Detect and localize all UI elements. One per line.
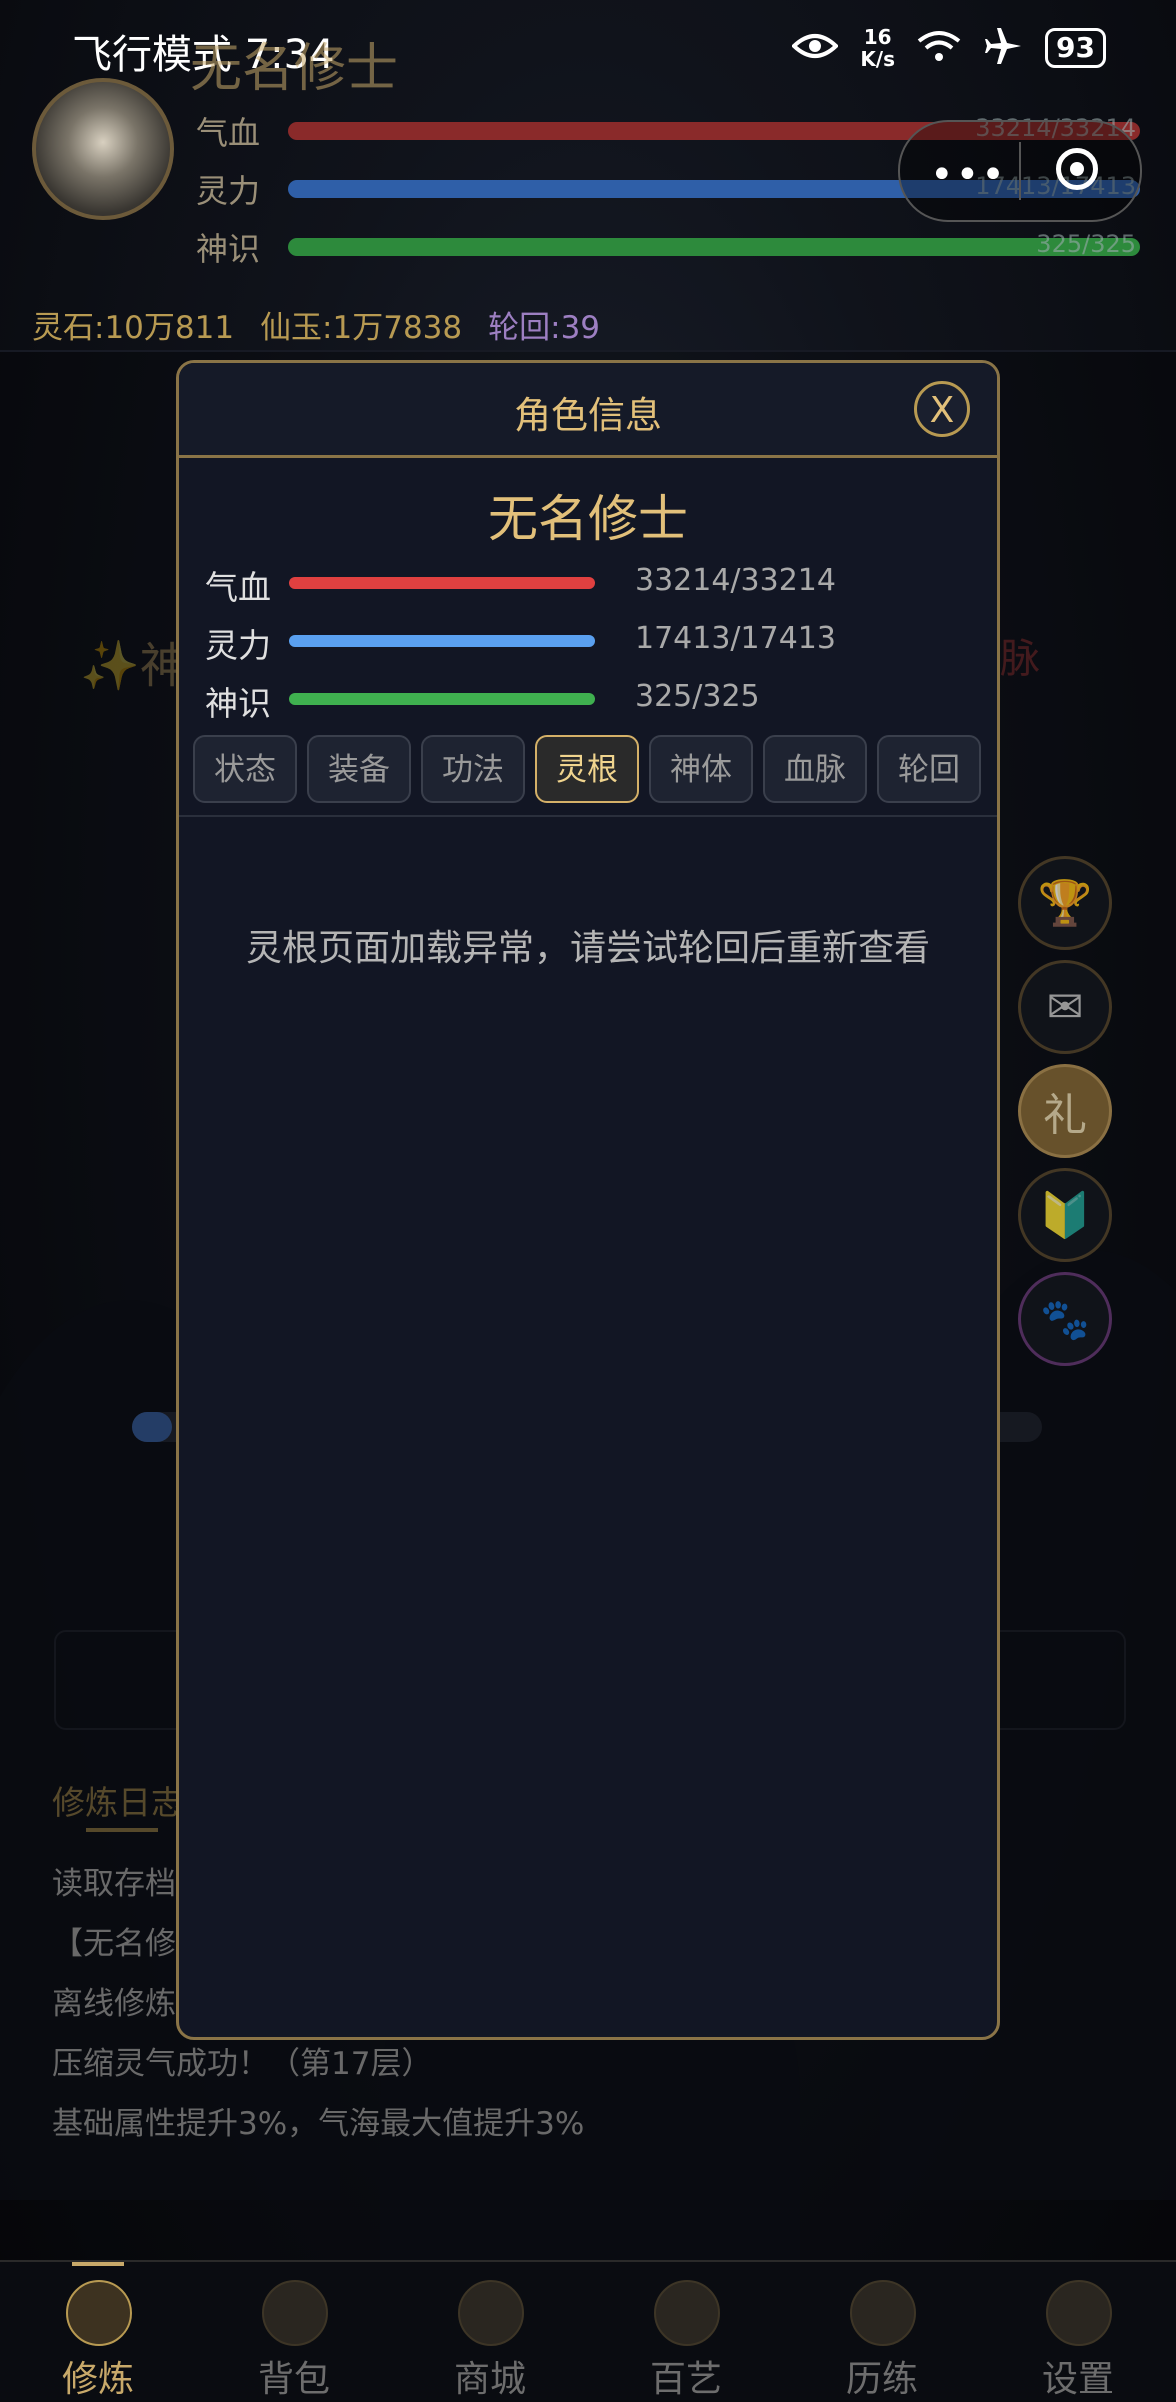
wifi-icon [917, 29, 961, 67]
more-icon[interactable]: ••• [930, 152, 1007, 198]
mana-bar [289, 635, 595, 647]
miniprogram-capsule: ••• [898, 120, 1142, 222]
tabs-divider [179, 815, 997, 817]
eye-icon [791, 31, 840, 65]
modal-stat-spirit: 神识 325/325 [205, 679, 760, 723]
currency-bar: 灵石:10万811 仙玉:1万7838 轮回:39 [32, 302, 600, 347]
tab-active-indicator [72, 2262, 124, 2266]
tab-backpack[interactable]: 背包 [196, 2262, 392, 2402]
bottom-tab-bar: 修炼 背包 商城 百艺 历练 设置 [0, 2260, 1176, 2402]
spirit-stone-count: 灵石:10万811 [32, 310, 235, 346]
header-stat-spirit: 神识 325/325 [196, 224, 1146, 268]
crafts-icon [654, 2280, 720, 2346]
cultivate-icon [66, 2280, 132, 2346]
reincarnation-count: 轮回:39 [488, 310, 601, 346]
character-name: 无名修士 [488, 490, 688, 548]
backpack-icon [262, 2280, 328, 2346]
character-info-modal: 角色信息 X 无名修士 气血 33214/33214 灵力 17413/1741… [176, 360, 1000, 2040]
status-bar: 飞行模式 7:34 16 K/s 93 [0, 0, 1176, 100]
spirit-bar [288, 238, 1140, 256]
immortal-jade-count: 仙玉:1万7838 [260, 310, 463, 346]
close-button[interactable]: X [914, 381, 970, 437]
tab-reincarnation[interactable]: 轮回 [877, 735, 981, 803]
close-miniprogram-icon[interactable] [1056, 148, 1098, 190]
hp-bar [289, 577, 595, 589]
net-speed: 16 K/s [860, 25, 896, 71]
battery-icon: 93 [1045, 28, 1106, 68]
modal-stat-hp: 气血 33214/33214 [205, 563, 836, 607]
modal-stat-mana: 灵力 17413/17413 [205, 621, 836, 665]
shop-icon [458, 2280, 524, 2346]
tab-crafts[interactable]: 百艺 [588, 2262, 784, 2402]
modal-header: 角色信息 X [179, 363, 997, 458]
tab-shop[interactable]: 商城 [392, 2262, 588, 2402]
header-character-name: 无名修士 [190, 39, 399, 99]
avatar[interactable] [32, 78, 174, 220]
adventure-icon [850, 2280, 916, 2346]
tab-cultivate[interactable]: 修炼 [0, 2262, 196, 2402]
tab-settings[interactable]: 设置 [980, 2262, 1176, 2402]
tab-status[interactable]: 状态 [193, 735, 297, 803]
spirit-bar [289, 693, 595, 705]
capsule-divider [1019, 142, 1021, 200]
airplane-icon [983, 26, 1023, 70]
tab-equipment[interactable]: 装备 [307, 735, 411, 803]
tab-techniques[interactable]: 功法 [421, 735, 525, 803]
tab-adventure[interactable]: 历练 [784, 2262, 980, 2402]
tab-bloodline[interactable]: 血脉 [763, 735, 867, 803]
tab-divine-body[interactable]: 神体 [649, 735, 753, 803]
modal-tabs: 状态 装备 功法 灵根 神体 血脉 轮回 [193, 735, 983, 807]
error-message: 灵根页面加载异常，请尝试轮回后重新查看 [245, 928, 930, 969]
gear-icon [1046, 2280, 1112, 2346]
status-icons: 16 K/s 93 [791, 25, 1106, 71]
tab-spirit-root[interactable]: 灵根 [535, 735, 639, 803]
modal-title: 角色信息 [514, 394, 662, 437]
